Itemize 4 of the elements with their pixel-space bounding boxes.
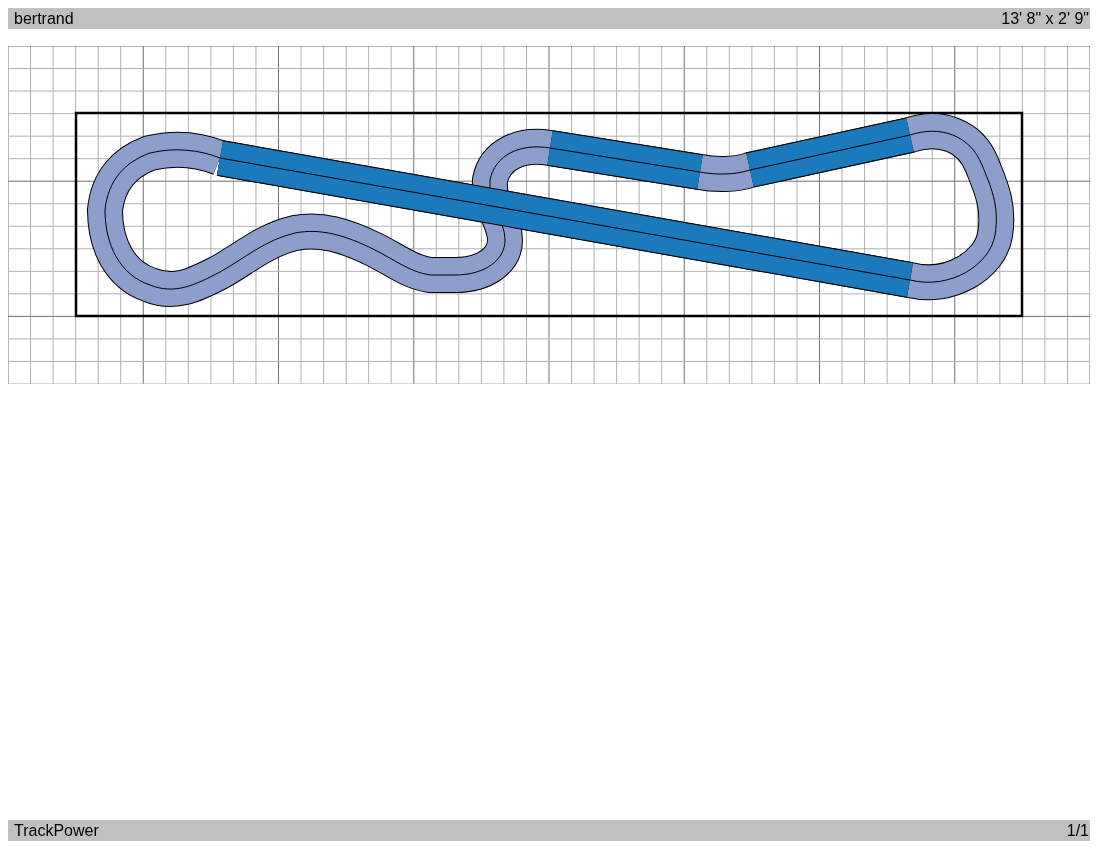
layout-dimensions: 13' 8" x 2' 9" (1001, 9, 1089, 28)
page-number: 1/1 (1066, 821, 1089, 840)
layout-title: bertrand (14, 9, 74, 28)
app-name: TrackPower (14, 821, 99, 840)
